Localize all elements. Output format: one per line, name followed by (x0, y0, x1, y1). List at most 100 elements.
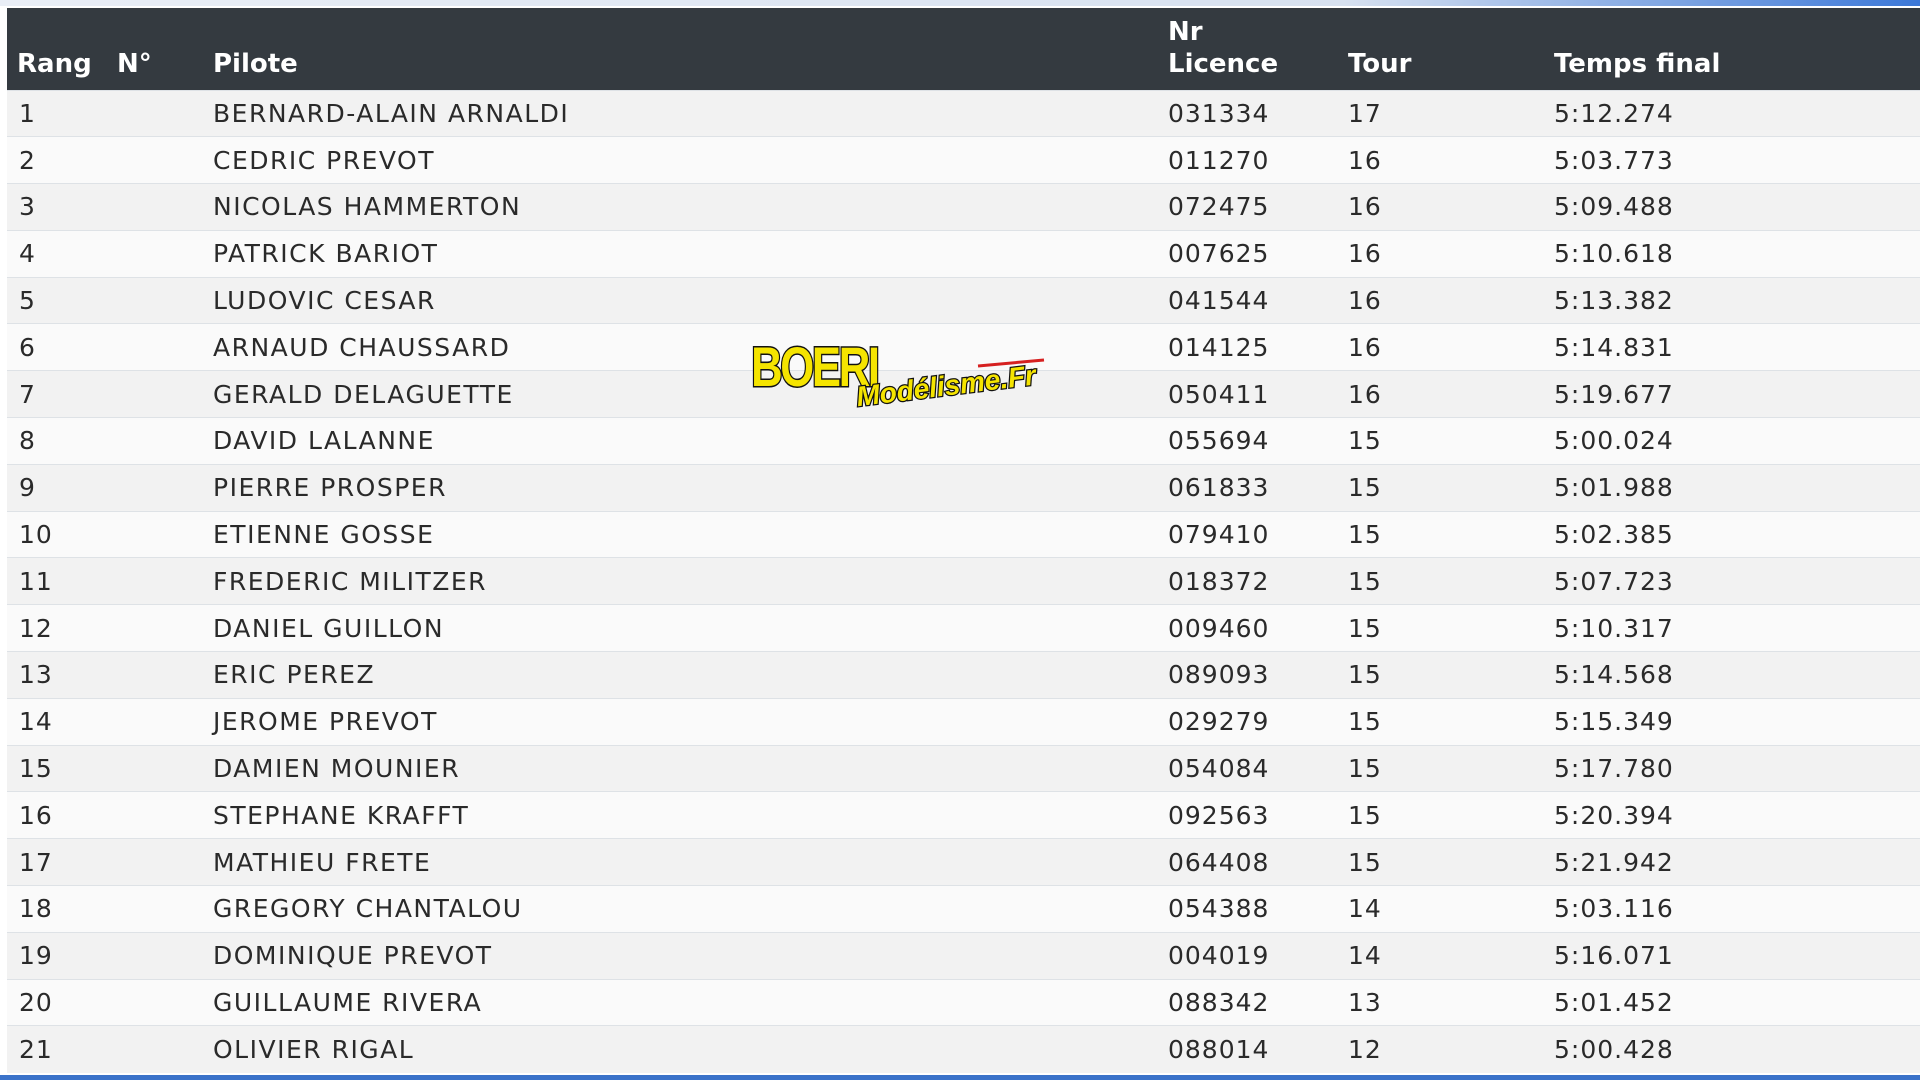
header-temps[interactable]: Temps final (1544, 8, 1920, 90)
cell-pilote: JEROME PREVOT (213, 707, 438, 737)
cell-licence: 079410 (1168, 520, 1270, 550)
cell-num (107, 137, 203, 184)
cell-temps: 5:03.773 (1554, 145, 1674, 175)
cell-licence: 041544 (1168, 286, 1270, 316)
cell-rang: 10 (19, 520, 53, 550)
table-row: 2 CEDRIC PREVOT 011270 16 5:03.773 (7, 136, 1920, 184)
cell-licence: 009460 (1168, 613, 1270, 643)
header-rang[interactable]: Rang (7, 8, 107, 90)
cell-pilote: PIERRE PROSPER (213, 473, 447, 503)
cell-temps: 5:17.780 (1554, 754, 1674, 784)
cell-temps: 5:12.274 (1554, 98, 1674, 128)
cell-tour: 15 (1348, 613, 1382, 643)
cell-tour: 15 (1348, 754, 1382, 784)
cell-temps: 5:00.024 (1554, 426, 1674, 456)
cell-tour: 15 (1348, 473, 1382, 503)
cell-rang: 19 (19, 941, 53, 971)
cell-rang: 20 (19, 988, 53, 1018)
cell-tour: 13 (1348, 988, 1382, 1018)
cell-licence: 055694 (1168, 426, 1270, 456)
cell-tour: 14 (1348, 894, 1382, 924)
cell-licence: 072475 (1168, 192, 1270, 222)
table-row: 8 DAVID LALANNE 055694 15 5:00.024 (7, 417, 1920, 465)
cell-tour: 15 (1348, 660, 1382, 690)
cell-rang: 1 (19, 98, 36, 128)
table-row: 13 ERIC PEREZ 089093 15 5:14.568 (7, 651, 1920, 699)
cell-num (107, 324, 203, 371)
cell-temps: 5:00.428 (1554, 1035, 1674, 1065)
cell-licence: 050411 (1168, 379, 1270, 409)
header-tour[interactable]: Tour (1338, 8, 1544, 90)
table-row: 20 GUILLAUME RIVERA 088342 13 5:01.452 (7, 979, 1920, 1026)
cell-tour: 15 (1348, 707, 1382, 737)
cell-temps: 5:10.317 (1554, 613, 1674, 643)
cell-num (107, 792, 203, 839)
header-pilote[interactable]: Pilote (203, 8, 1158, 90)
cell-pilote: LUDOVIC CESAR (213, 286, 436, 316)
boeri-modelisme-logo: BOERI Modélisme.Fr (750, 334, 1045, 408)
cell-licence: 031334 (1168, 98, 1270, 128)
cell-rang: 11 (19, 566, 53, 596)
cell-temps: 5:09.488 (1554, 192, 1674, 222)
table-row: 18 GREGORY CHANTALOU 054388 14 5:03.116 (7, 885, 1920, 933)
cell-pilote: MATHIEU FRETE (213, 847, 432, 877)
cell-temps: 5:03.116 (1554, 894, 1674, 924)
cell-num (107, 979, 203, 1026)
table-row: 11 FREDERIC MILITZER 018372 15 5:07.723 (7, 557, 1920, 605)
cell-num (107, 371, 203, 418)
cell-num (107, 558, 203, 605)
cell-pilote: BERNARD-ALAIN ARNALDI (213, 98, 570, 128)
cell-licence: 029279 (1168, 707, 1270, 737)
cell-rang: 5 (19, 286, 36, 316)
table-row: 17 MATHIEU FRETE 064408 15 5:21.942 (7, 838, 1920, 886)
table-row: 4 PATRICK BARIOT 007625 16 5:10.618 (7, 230, 1920, 278)
cell-num (107, 698, 203, 745)
cell-rang: 7 (19, 379, 36, 409)
cell-tour: 17 (1348, 98, 1382, 128)
cell-rang: 16 (19, 800, 53, 830)
cell-temps: 5:19.677 (1554, 379, 1674, 409)
cell-rang: 13 (19, 660, 53, 690)
cell-tour: 16 (1348, 286, 1382, 316)
cell-rang: 2 (19, 145, 36, 175)
cell-rang: 6 (19, 332, 36, 362)
cell-num (107, 605, 203, 652)
cell-licence: 007625 (1168, 239, 1270, 269)
top-border (0, 0, 1920, 6)
cell-num (107, 932, 203, 979)
cell-temps: 5:01.452 (1554, 988, 1674, 1018)
cell-tour: 14 (1348, 941, 1382, 971)
cell-rang: 15 (19, 754, 53, 784)
bottom-border (0, 1075, 1920, 1080)
cell-pilote: DOMINIQUE PREVOT (213, 941, 493, 971)
header-num[interactable]: N° (107, 8, 203, 90)
cell-pilote: FREDERIC MILITZER (213, 566, 488, 596)
cell-tour: 15 (1348, 520, 1382, 550)
cell-temps: 5:01.988 (1554, 473, 1674, 503)
cell-temps: 5:02.385 (1554, 520, 1674, 550)
cell-pilote: STEPHANE KRAFFT (213, 800, 470, 830)
header-row: Rang N° Pilote Nr Licence Tour Temps fin… (7, 8, 1920, 90)
cell-tour: 15 (1348, 847, 1382, 877)
cell-num (107, 90, 203, 137)
table-row: 9 PIERRE PROSPER 061833 15 5:01.988 (7, 464, 1920, 512)
cell-temps: 5:10.618 (1554, 239, 1674, 269)
cell-pilote: OLIVIER RIGAL (213, 1035, 415, 1065)
cell-num (107, 1026, 203, 1073)
cell-tour: 15 (1348, 566, 1382, 596)
logo-tagline-text: Modélisme.Fr (855, 359, 1040, 408)
table-row: 1 BERNARD-ALAIN ARNALDI 031334 17 5:12.274 (7, 90, 1920, 137)
cell-licence: 092563 (1168, 800, 1270, 830)
table-row: 21 OLIVIER RIGAL 088014 12 5:00.428 (7, 1025, 1920, 1073)
table-row: 10 ETIENNE GOSSE 079410 15 5:02.385 (7, 511, 1920, 558)
cell-tour: 15 (1348, 426, 1382, 456)
cell-pilote: GREGORY CHANTALOU (213, 894, 523, 924)
cell-rang: 9 (19, 473, 36, 503)
header-licence[interactable]: Nr Licence (1158, 8, 1338, 90)
cell-rang: 3 (19, 192, 36, 222)
cell-rang: 21 (19, 1035, 53, 1065)
cell-licence: 004019 (1168, 941, 1270, 971)
cell-licence: 014125 (1168, 332, 1270, 362)
cell-tour: 16 (1348, 145, 1382, 175)
left-border (0, 6, 7, 1075)
